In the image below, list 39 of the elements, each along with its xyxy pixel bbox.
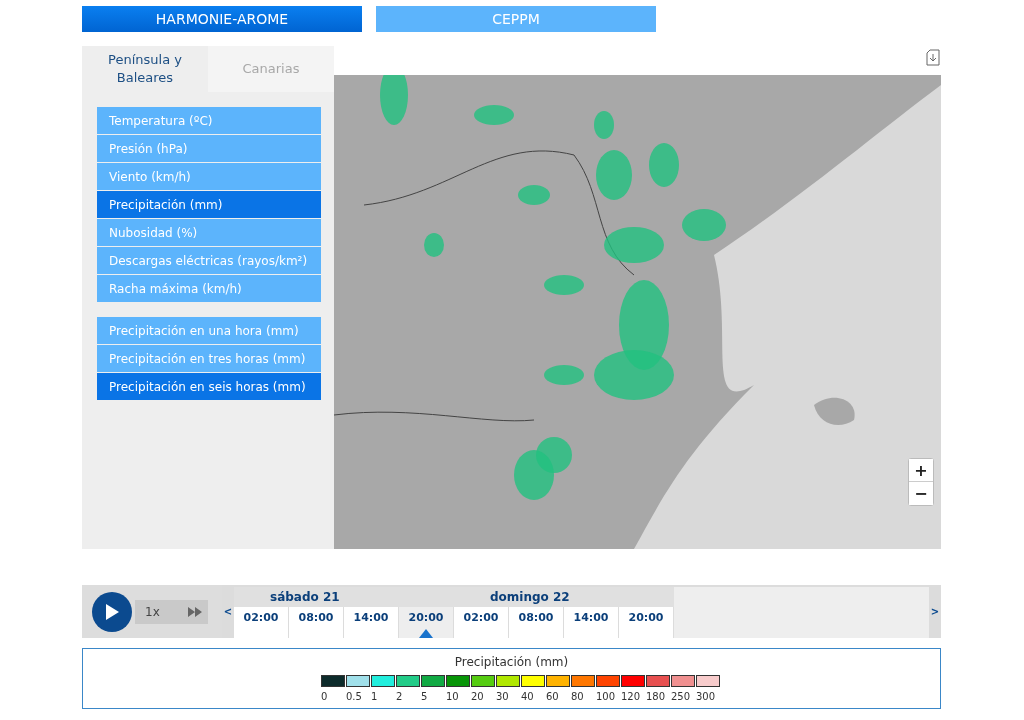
hour-step[interactable]: 02:00 bbox=[234, 607, 289, 638]
legend-label: 40 bbox=[521, 691, 535, 702]
hour-step[interactable]: 08:00 bbox=[509, 607, 564, 638]
play-icon bbox=[105, 603, 119, 620]
legend-label: 1 bbox=[371, 691, 379, 702]
legend-label: 0.5 bbox=[346, 691, 363, 702]
legend-label: 20 bbox=[471, 691, 485, 702]
legend-title: Precipitación (mm) bbox=[454, 655, 569, 669]
legend-label: 100 bbox=[596, 691, 617, 702]
download-icon[interactable] bbox=[926, 49, 940, 66]
day-label: sábado 21 bbox=[234, 587, 454, 607]
model-tab[interactable]: HARMONIE-AROME bbox=[82, 6, 362, 32]
variable-item[interactable]: Precipitación en seis horas (mm) bbox=[97, 373, 321, 400]
fast-forward-icon[interactable] bbox=[188, 606, 202, 617]
hour-step[interactable]: 14:00 bbox=[344, 607, 399, 638]
legend-label: 30 bbox=[496, 691, 510, 702]
legend-label: 5 bbox=[421, 691, 429, 702]
hour-step[interactable]: 20:00 bbox=[619, 607, 674, 638]
legend-label: 300 bbox=[696, 691, 717, 702]
speed-control[interactable]: 1x bbox=[135, 599, 208, 624]
zoom-in-button[interactable]: + bbox=[909, 459, 933, 482]
hour-step[interactable]: 08:00 bbox=[289, 607, 344, 638]
current-marker-icon bbox=[419, 629, 433, 638]
legend-label: 0 bbox=[321, 691, 329, 702]
previous-button[interactable]: < bbox=[222, 585, 234, 638]
legend-label: 10 bbox=[446, 691, 460, 702]
next-button[interactable]: > bbox=[929, 585, 941, 638]
play-button[interactable] bbox=[92, 591, 132, 632]
day-label: domingo 22 bbox=[454, 587, 674, 607]
legend-label: 60 bbox=[546, 691, 560, 702]
hour-step[interactable]: 02:00 bbox=[454, 607, 509, 638]
legend-label: 120 bbox=[621, 691, 642, 702]
hour-step[interactable]: 14:00 bbox=[564, 607, 619, 638]
speed-label: 1x bbox=[145, 604, 160, 619]
legend-label: 250 bbox=[671, 691, 692, 702]
legend-label: 180 bbox=[646, 691, 667, 702]
legend-label: 2 bbox=[396, 691, 404, 702]
variable-item[interactable]: Precipitación (mm) bbox=[97, 191, 321, 218]
legend-label: 80 bbox=[571, 691, 585, 702]
